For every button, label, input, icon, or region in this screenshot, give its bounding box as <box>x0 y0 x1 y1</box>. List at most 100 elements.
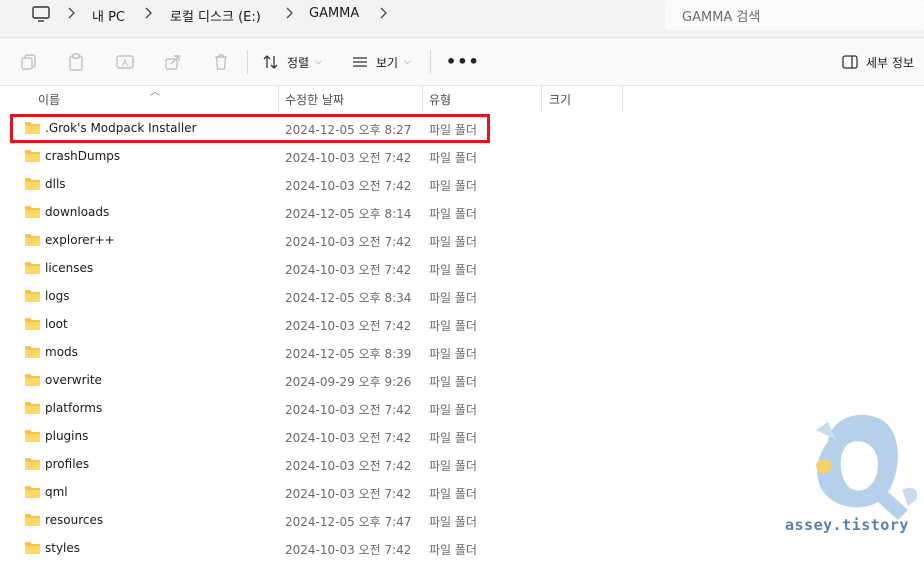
view-button[interactable]: 보기 ⌵ <box>352 52 411 72</box>
chevron-right-icon[interactable] <box>378 6 388 20</box>
file-row[interactable]: qml 2024-10-03 오전 7:42 파일 폴더 <box>0 478 924 506</box>
this-pc-icon[interactable] <box>32 6 50 22</box>
copy-icon[interactable] <box>20 53 38 71</box>
watermark-text: assey.tistory <box>785 516 909 534</box>
column-modified[interactable]: 수정한 날짜 <box>285 91 344 108</box>
file-modified: 2024-10-03 오전 7:42 <box>285 151 412 165</box>
file-modified: 2024-10-03 오전 7:42 <box>285 487 412 501</box>
folder-icon <box>25 374 40 386</box>
command-bar: A 정렬 ⌵ 보기 ⌵ ••• 세부 정보 <box>0 38 924 86</box>
file-modified: 2024-09-29 오후 9:26 <box>285 375 412 389</box>
file-row[interactable]: mods 2024-12-05 오후 8:39 파일 폴더 <box>0 338 924 366</box>
chevron-down-icon: ⌵ <box>404 57 411 67</box>
chevron-down-icon: ⌵ <box>315 57 322 67</box>
breadcrumb-gamma[interactable]: GAMMA <box>309 6 359 21</box>
chevron-right-icon[interactable] <box>143 6 153 20</box>
file-row[interactable]: profiles 2024-10-03 오전 7:42 파일 폴더 <box>0 450 924 478</box>
breadcrumb-this-pc[interactable]: 내 PC <box>92 6 125 25</box>
share-icon[interactable] <box>164 53 182 71</box>
sort-button[interactable]: 정렬 ⌵ <box>263 52 322 72</box>
column-divider[interactable] <box>422 86 423 112</box>
file-type: 파일 폴더 <box>429 375 477 389</box>
column-name[interactable]: 이름 <box>38 91 60 108</box>
folder-icon <box>25 150 40 162</box>
address-bar: 내 PC 로컬 디스크 (E:) GAMMA GAMMA 검색 <box>0 0 924 38</box>
file-name: logs <box>45 289 70 303</box>
file-row[interactable]: logs 2024-12-05 오후 8:34 파일 폴더 <box>0 282 924 310</box>
breadcrumb-local-disk[interactable]: 로컬 디스크 (E:) <box>170 6 261 25</box>
file-name: .Grok's Modpack Installer <box>45 121 197 135</box>
file-row[interactable]: explorer++ 2024-10-03 오전 7:42 파일 폴더 <box>0 226 924 254</box>
file-type: 파일 폴더 <box>429 263 477 277</box>
file-row[interactable]: dlls 2024-10-03 오전 7:42 파일 폴더 <box>0 170 924 198</box>
folder-icon <box>25 206 40 218</box>
file-name: explorer++ <box>45 233 115 247</box>
column-size[interactable]: 크기 <box>549 91 571 108</box>
file-type: 파일 폴더 <box>429 151 477 165</box>
column-divider[interactable] <box>278 86 279 112</box>
details-pane-label: 세부 정보 <box>866 55 914 70</box>
file-row[interactable]: licenses 2024-10-03 오전 7:42 파일 폴더 <box>0 254 924 282</box>
details-pane-icon <box>842 55 858 69</box>
chevron-right-icon[interactable] <box>284 6 294 20</box>
search-placeholder: GAMMA 검색 <box>682 10 761 25</box>
chevron-right-icon[interactable] <box>66 6 76 20</box>
file-row[interactable]: loot 2024-10-03 오전 7:42 파일 폴더 <box>0 310 924 338</box>
file-type: 파일 폴더 <box>429 459 477 473</box>
search-input[interactable]: GAMMA 검색 <box>665 0 924 30</box>
file-row[interactable]: overwrite 2024-09-29 오후 9:26 파일 폴더 <box>0 366 924 394</box>
file-type: 파일 폴더 <box>429 403 477 417</box>
file-name: crashDumps <box>45 149 121 163</box>
file-row[interactable]: platforms 2024-10-03 오전 7:42 파일 폴더 <box>0 394 924 422</box>
folder-icon <box>25 402 40 414</box>
file-name: mods <box>45 345 78 359</box>
file-type: 파일 폴더 <box>429 543 477 557</box>
file-type: 파일 폴더 <box>429 515 477 529</box>
file-name: styles <box>45 541 81 555</box>
file-type: 파일 폴더 <box>429 319 477 333</box>
column-divider[interactable] <box>541 86 542 112</box>
column-divider[interactable] <box>622 86 623 112</box>
svg-text:A: A <box>122 58 128 68</box>
file-type: 파일 폴더 <box>429 291 477 305</box>
file-type: 파일 폴더 <box>429 487 477 501</box>
folder-icon <box>25 514 40 526</box>
file-modified: 2024-12-05 오후 8:34 <box>285 291 412 305</box>
rename-icon[interactable]: A <box>116 53 134 71</box>
more-options-button[interactable]: ••• <box>446 52 480 71</box>
file-name: downloads <box>45 205 110 219</box>
delete-icon[interactable] <box>212 53 230 71</box>
folder-icon <box>25 346 40 358</box>
file-type: 파일 폴더 <box>429 235 477 249</box>
file-modified: 2024-12-05 오후 8:27 <box>285 123 412 137</box>
file-modified: 2024-12-05 오후 8:14 <box>285 207 412 221</box>
file-name: plugins <box>45 429 89 443</box>
folder-icon <box>25 178 40 190</box>
file-row[interactable]: downloads 2024-12-05 오후 8:14 파일 폴더 <box>0 198 924 226</box>
file-name: resources <box>45 513 104 527</box>
details-pane-button[interactable]: 세부 정보 <box>842 52 914 72</box>
sort-ascending-icon: ︿ <box>150 87 160 98</box>
file-modified: 2024-10-03 오전 7:42 <box>285 431 412 445</box>
file-type: 파일 폴더 <box>429 431 477 445</box>
paste-icon[interactable] <box>67 53 85 71</box>
file-name: loot <box>45 317 68 331</box>
file-row[interactable]: styles 2024-10-03 오전 7:42 파일 폴더 <box>0 534 924 562</box>
file-modified: 2024-10-03 오전 7:42 <box>285 263 412 277</box>
file-modified: 2024-10-03 오전 7:42 <box>285 403 412 417</box>
sort-icon <box>263 55 278 69</box>
folder-icon <box>25 262 40 274</box>
file-modified: 2024-10-03 오전 7:42 <box>285 319 412 333</box>
column-type[interactable]: 유형 <box>429 91 451 108</box>
view-label: 보기 <box>376 55 399 70</box>
file-name: qml <box>45 485 68 499</box>
file-modified: 2024-10-03 오전 7:42 <box>285 179 412 193</box>
file-row[interactable]: crashDumps 2024-10-03 오전 7:42 파일 폴더 <box>0 142 924 170</box>
file-row[interactable]: plugins 2024-10-03 오전 7:42 파일 폴더 <box>0 422 924 450</box>
file-name: overwrite <box>45 373 102 387</box>
file-row[interactable]: .Grok's Modpack Installer 2024-12-05 오후 8… <box>0 114 924 142</box>
toolbar-divider <box>247 50 248 74</box>
file-name: platforms <box>45 401 103 415</box>
file-modified: 2024-12-05 오후 8:39 <box>285 347 412 361</box>
file-modified: 2024-10-03 오전 7:42 <box>285 543 412 557</box>
